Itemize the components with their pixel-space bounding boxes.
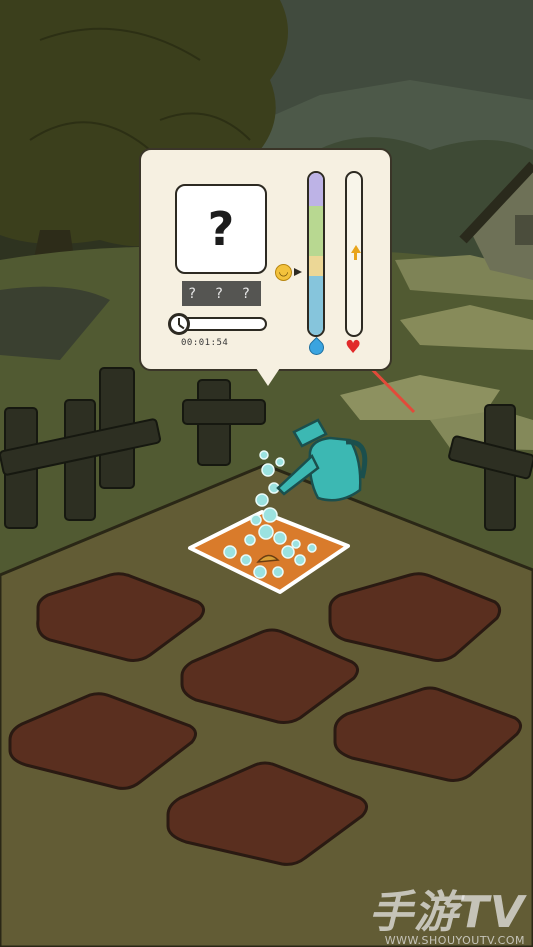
growth-timer-text: 00:01:54 (181, 338, 229, 348)
watermark: 手游TV WWW.SHOUYOUTV.COM (369, 876, 525, 947)
garden-scene (0, 0, 533, 947)
seed-info-panel: ? ? ? ? 00:01:54 ◡ ♥ (139, 148, 392, 371)
watermark-url: WWW.SHOUYOUTV.COM (384, 934, 525, 947)
smiley-icon: ◡ (275, 264, 292, 281)
water-level-pointer (294, 268, 302, 276)
growth-timer-bar (181, 317, 267, 331)
panel-tail (256, 368, 280, 386)
seed-preview[interactable]: ? (175, 184, 267, 274)
water-meter (307, 171, 325, 337)
water-drop-icon (305, 336, 328, 359)
love-meter (345, 171, 363, 337)
clock-icon (168, 313, 190, 335)
watermark-logo: 手游TV (368, 887, 525, 938)
seed-name-label: ? ? ? (182, 281, 261, 306)
heart-icon: ♥ (345, 337, 362, 358)
